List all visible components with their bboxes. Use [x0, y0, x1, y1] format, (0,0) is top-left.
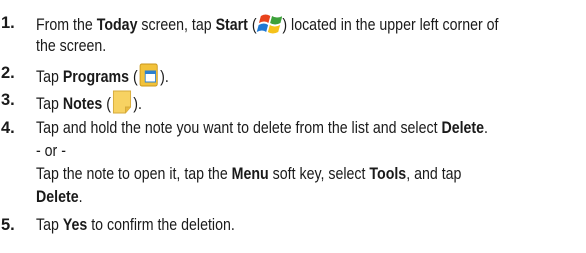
step-4-text-c: Tap the note to open it, tap the — [36, 165, 232, 183]
step-4-line-1: Tap and hold the note you want to delete… — [36, 118, 488, 138]
step-3-number: 3. — [1, 91, 15, 109]
step-4-text-f: . — [78, 188, 83, 206]
step-1-text-a: From the — [36, 16, 97, 34]
step-3-line: Tap Notes (). — [36, 90, 142, 119]
step-4-text-a: Tap and hold the note you want to delete… — [36, 119, 442, 137]
step-2-programs-label: Programs — [62, 68, 130, 86]
step-1-today-label: Today — [96, 16, 138, 34]
step-3-notes-label: Notes — [62, 95, 103, 113]
step-1-line-2: the screen. — [36, 37, 107, 55]
step-2-text-b: ( — [129, 68, 138, 86]
step-5-text-a: Tap — [36, 216, 63, 234]
step-3-text-b: ( — [102, 95, 111, 113]
step-1-text-b: screen, tap — [137, 16, 216, 34]
step-5-line: Tap Yes to confirm the deletion. — [36, 215, 235, 235]
step-4-menu-label: Menu — [231, 165, 269, 183]
step-4-line-4: Delete. — [36, 187, 83, 207]
step-2-line: Tap Programs (). — [36, 63, 169, 92]
step-4-text-e: , and tap — [406, 165, 462, 183]
step-2-text-a: Tap — [36, 68, 63, 86]
instruction-document: 1. From the Today screen, tap Start ( ) l… — [0, 0, 586, 253]
step-1-number: 1. — [1, 14, 15, 32]
step-5-text-b: to confirm the deletion. — [87, 216, 235, 234]
step-4-text-d: soft key, select — [268, 165, 370, 183]
step-4-delete-label: Delete — [441, 119, 485, 137]
step-3-text-c: ). — [133, 95, 142, 113]
windows-start-icon — [257, 13, 283, 40]
step-4-or-separator: - or - — [36, 142, 66, 160]
step-4-number: 4. — [1, 119, 15, 137]
step-5-yes-label: Yes — [62, 216, 88, 234]
step-2-number: 2. — [1, 64, 15, 82]
programs-folder-icon — [138, 63, 160, 92]
step-5-number: 5. — [1, 216, 15, 234]
step-4-tools-label: Tools — [369, 165, 407, 183]
step-4-text-b: . — [484, 119, 489, 137]
step-4-line-3: Tap the note to open it, tap the Menu so… — [36, 164, 461, 184]
step-1-text-c: ( — [247, 16, 257, 34]
step-1-text-d: ) located in the upper left corner of — [282, 16, 499, 34]
step-1-start-label: Start — [215, 16, 248, 34]
notes-icon — [111, 90, 133, 119]
step-4-delete-label-2: Delete — [36, 188, 79, 206]
step-2-text-c: ). — [160, 68, 169, 86]
step-3-text-a: Tap — [36, 95, 63, 113]
